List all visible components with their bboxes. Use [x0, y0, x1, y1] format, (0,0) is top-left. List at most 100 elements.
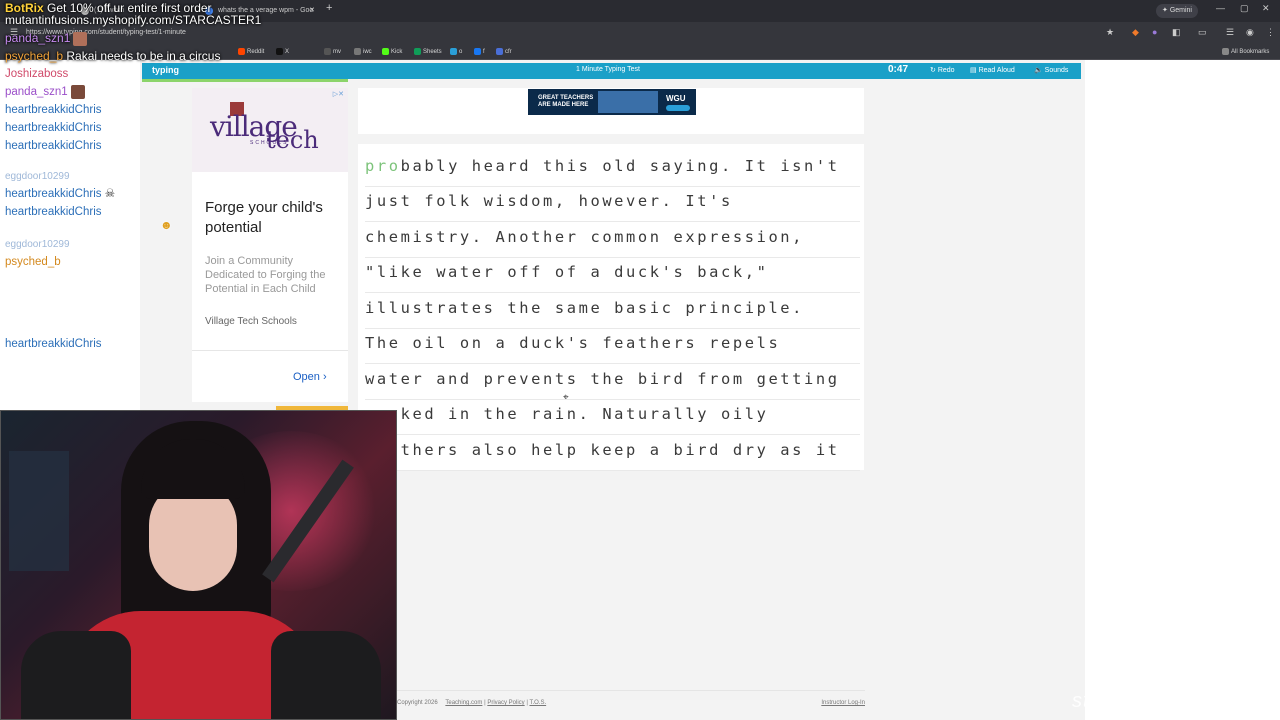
ad-subtext: Join a Community Dedicated to Forging th… — [205, 255, 326, 295]
typing-line: feathers also help keep a bird dry as it — [365, 436, 860, 471]
site-header: typing 1 Minute Typing Test 0:47 ↻ Redo … — [142, 63, 1081, 79]
bookmark-star-icon[interactable]: ★ — [1106, 27, 1114, 38]
webcam-overlay — [0, 410, 397, 720]
profile-icon[interactable]: ◉ — [1246, 27, 1254, 38]
chat-username: psyched_b — [5, 49, 64, 63]
chat-username: heartbreakkidChris — [5, 122, 102, 134]
sounds-label: Sounds — [1044, 67, 1069, 74]
typing-line: water and prevents the bird from getting — [365, 365, 860, 400]
ad-logo-schools: SCHOOLS — [250, 140, 289, 146]
read-aloud-label: Read Aloud — [978, 67, 1015, 74]
minimize-icon[interactable]: — — [1216, 3, 1225, 13]
emote-icon — [73, 31, 88, 46]
typing-line: soaked in the rain. Naturally oily — [365, 400, 860, 435]
adchoices-icon[interactable]: ▷✕ — [333, 90, 344, 98]
redo-label: Redo — [937, 67, 955, 74]
iwc-icon — [354, 48, 361, 55]
skull-emoji-icon: ☠ — [104, 188, 116, 200]
banner-ad-button[interactable] — [666, 105, 690, 111]
bookmark-label: o — [459, 49, 463, 55]
footer-link-tos[interactable]: T.O.S. — [529, 700, 546, 706]
chat-message: panda_szn1 — [5, 31, 88, 46]
typing-line: chemistry. Another common expression, — [365, 223, 860, 258]
gemini-button[interactable]: ✦ Gemini — [1156, 4, 1198, 18]
read-aloud-button[interactable]: ▤ Read Aloud — [970, 66, 1015, 74]
bookmark-label: mv — [333, 49, 341, 55]
new-tab-icon[interactable]: + — [326, 2, 332, 14]
extensions-puzzle-icon[interactable]: ◧ — [1172, 27, 1181, 38]
typed-text: pro — [365, 157, 401, 175]
site-logo[interactable]: typing — [152, 65, 179, 75]
chat-username: eggdoor10299 — [5, 171, 70, 182]
sheets-icon — [414, 48, 421, 55]
bookmark-iwc[interactable]: iwc — [354, 46, 372, 58]
bookmark-reddit[interactable]: Reddit — [238, 46, 264, 58]
bookmark-label: All Bookmarks — [1231, 49, 1270, 55]
footer-link-privacy[interactable]: Privacy Policy — [487, 700, 524, 706]
menu-icon[interactable]: ⋮ — [1266, 27, 1275, 38]
chat-message: panda_szn1 — [5, 85, 85, 99]
typing-line: illustrates the same basic principle. — [365, 294, 860, 329]
chat-text: Rakai needs to be in a circus — [66, 49, 221, 63]
f-icon — [474, 48, 481, 55]
bookmark-cfr[interactable]: cfr — [496, 46, 512, 58]
close-window-icon[interactable]: ✕ — [1262, 3, 1270, 14]
remaining-text: bably heard this old saying. It isn't — [400, 157, 840, 175]
typing-line: "like water off of a duck's back," — [365, 258, 860, 293]
all-bookmarks[interactable]: All Bookmarks — [1222, 46, 1269, 58]
sounds-button[interactable]: 🔈 Sounds — [1034, 66, 1068, 74]
close-tab-icon[interactable]: ✕ — [309, 3, 315, 19]
chat-message: heartbreakkidChris ☠ — [5, 187, 115, 201]
sidebar-ad[interactable]: ▷✕ village tech SCHOOLS Forge your child… — [192, 88, 348, 402]
mouse-cursor-icon: ⌖ — [563, 392, 569, 403]
chat-username: eggdoor10299 — [5, 239, 70, 250]
streamer-jacket — [21, 631, 131, 719]
background-shelf — [9, 451, 69, 571]
chat-username: psyched_b — [5, 256, 61, 268]
channel-watermark: starcaster1 — [1072, 690, 1182, 712]
chat-username: heartbreakkidChris — [5, 188, 102, 200]
downloads-icon[interactable]: ☰ — [1226, 27, 1234, 38]
banner-ad-brand: WGU — [666, 94, 686, 103]
ad-logo-area: ▷✕ village tech SCHOOLS — [192, 88, 348, 172]
streamer-jacket — [271, 631, 381, 719]
emote-icon — [70, 85, 85, 99]
extension-icon[interactable]: ● — [1152, 27, 1157, 37]
bookmark-kick[interactable]: Kick — [382, 46, 402, 58]
chat-username: panda_szn1 — [5, 31, 71, 45]
chat-username: heartbreakkidChris — [5, 338, 102, 350]
chat-username: panda_szn1 — [5, 86, 68, 99]
chat-username: heartbreakkidChris — [5, 104, 102, 116]
maximize-icon[interactable]: ▢ — [1240, 3, 1249, 14]
divider — [192, 350, 348, 351]
timer: 0:47 — [888, 64, 909, 75]
reddit-icon — [238, 48, 245, 55]
sidepanel-icon[interactable]: ▭ — [1198, 27, 1207, 38]
banner-ad-text: GREAT TEACHERS ARE MADE HERE — [538, 95, 594, 108]
mv-icon — [324, 48, 331, 55]
ad-open-button[interactable]: Open › — [293, 371, 327, 383]
gemini-label: Gemini — [1169, 7, 1192, 14]
footer: Copyright 2026 Teaching.com | Privacy Po… — [397, 700, 865, 706]
bookmark-label: Kick — [391, 49, 403, 55]
extension-icon[interactable]: ◆ — [1132, 27, 1139, 38]
bookmark-o[interactable]: o — [450, 46, 462, 58]
redo-button[interactable]: ↻ Redo — [930, 66, 955, 74]
footer-link-teaching[interactable]: Teaching.com — [445, 700, 482, 706]
bookmark-label: X — [285, 49, 290, 55]
chat-message-cont: mutantinfusions.myshopify.com/STARCASTER… — [5, 13, 262, 27]
footer-divider — [397, 690, 865, 691]
bookmark-label: Sheets — [423, 49, 442, 55]
instructor-login-link[interactable]: Instructor Log-In — [821, 700, 865, 706]
bookmark-x[interactable]: X — [276, 46, 289, 58]
separator — [358, 134, 864, 144]
chevron-right-icon: › — [322, 371, 327, 383]
bookmark-mv[interactable]: mv — [324, 46, 341, 58]
o-icon — [450, 48, 457, 55]
ad-headline: Forge your child's potential — [205, 199, 323, 236]
chat-username: heartbreakkidChris — [5, 206, 102, 218]
bookmark-f[interactable]: f — [474, 46, 485, 58]
bookmark-sheets[interactable]: Sheets — [414, 46, 442, 58]
bookmark-label: iwc — [363, 49, 372, 55]
banner-ad[interactable]: GREAT TEACHERS ARE MADE HERE WGU — [528, 89, 696, 115]
